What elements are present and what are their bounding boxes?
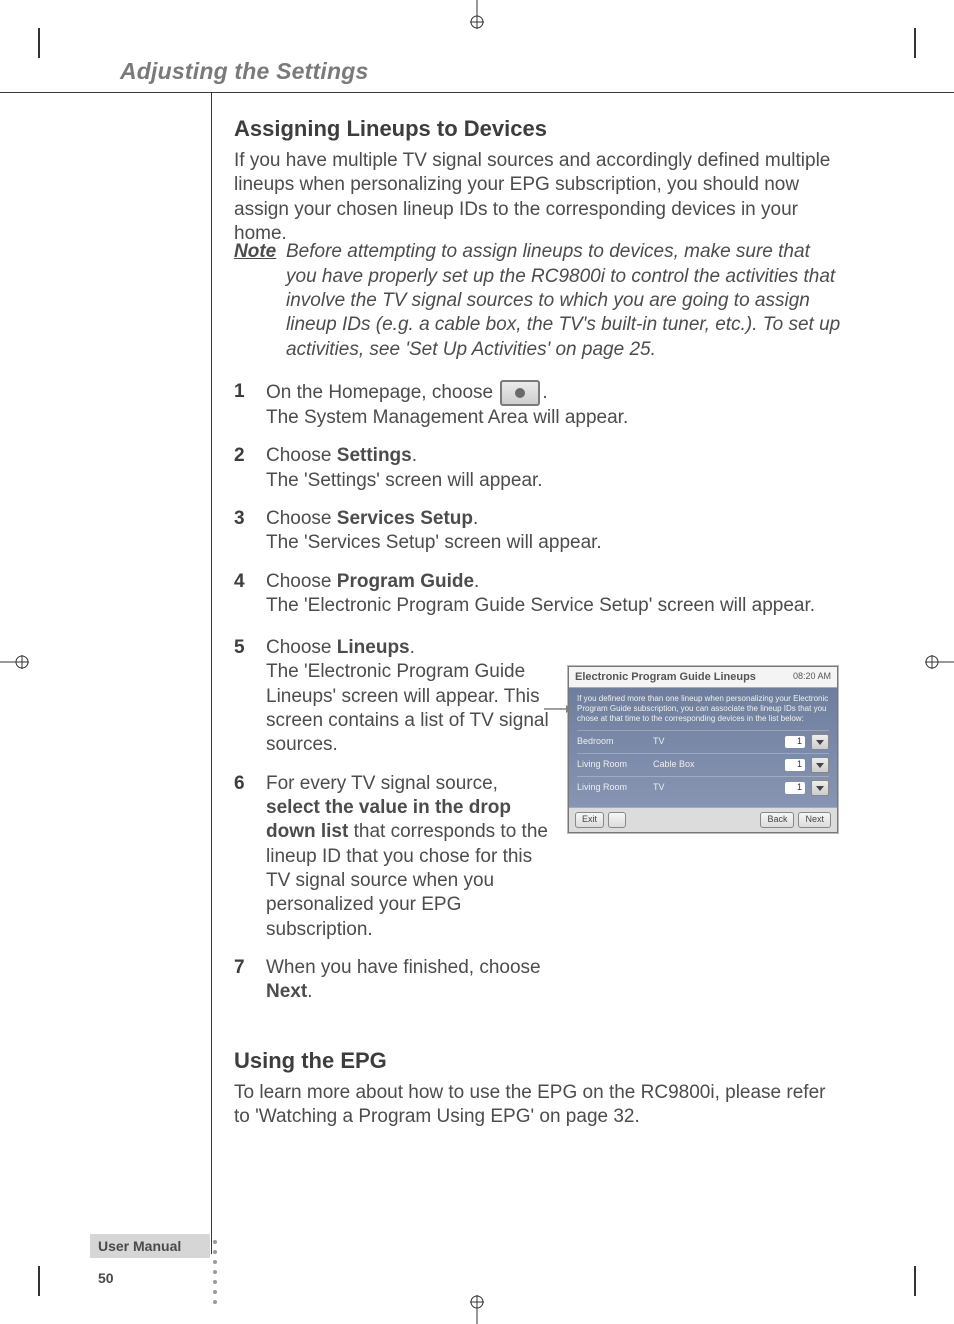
step-6: 6 For every TV signal source, select the… (234, 772, 550, 942)
step-text: Choose (266, 637, 337, 658)
vertical-rule (211, 93, 212, 1254)
table-row: Living Room TV 1 (577, 776, 829, 799)
exit-button[interactable]: Exit (575, 812, 604, 828)
arrow-icon (544, 704, 572, 714)
step-secondary: The 'Electronic Program Guide Service Se… (266, 594, 844, 618)
device-cell: Bedroom (577, 736, 647, 748)
crop-mark-left (0, 647, 30, 677)
note-body: Before attempting to assign lineups to d… (286, 240, 844, 362)
step-text: On the Homepage, choose (266, 382, 498, 403)
epg-lineups-screenshot: Electronic Program Guide Lineups 08:20 A… (568, 666, 838, 833)
crop-mark-right (924, 647, 954, 677)
dropdown-icon[interactable] (811, 757, 829, 773)
dropdown-icon[interactable] (811, 734, 829, 750)
step-bold: Settings (337, 445, 412, 466)
device-cell: Living Room (577, 759, 647, 771)
section-title-using-epg: Using the EPG (234, 1047, 844, 1075)
step-text: For every TV signal source, (266, 773, 498, 794)
screenshot-time: 08:20 AM (793, 671, 831, 683)
step-3: 3 Choose Services Setup. The 'Services S… (234, 507, 844, 556)
crop-mark-top (462, 0, 492, 30)
step-secondary: The 'Electronic Program Guide Lineups' s… (266, 660, 550, 757)
step-text-tail: . (473, 508, 478, 529)
intro-paragraph: If you have multiple TV signal sources a… (234, 149, 844, 246)
step-1: 1 On the Homepage, choose . The System M… (234, 380, 844, 430)
step-number: 6 (234, 772, 252, 942)
lineup-value[interactable]: 1 (785, 782, 805, 794)
step-text-tail: . (412, 445, 417, 466)
step-text-tail: . (542, 382, 547, 403)
step-number: 1 (234, 380, 252, 430)
footer-label: User Manual (90, 1234, 210, 1258)
step-text: Choose (266, 445, 337, 466)
dropdown-icon[interactable] (811, 780, 829, 796)
decorative-dots (213, 1240, 217, 1304)
step-text: Choose (266, 508, 337, 529)
keyboard-icon[interactable] (608, 812, 626, 828)
horizontal-rule (0, 92, 954, 93)
crop-mark-bottom (462, 1294, 492, 1324)
page-number: 50 (98, 1270, 114, 1286)
step-number: 3 (234, 507, 252, 556)
source-cell: TV (653, 736, 779, 748)
source-cell: Cable Box (653, 759, 779, 771)
lineup-value[interactable]: 1 (785, 759, 805, 771)
device-cell: Living Room (577, 782, 647, 794)
step-bold: Next (266, 981, 307, 1002)
step-number: 4 (234, 570, 252, 619)
step-bold: Services Setup (337, 508, 473, 529)
step-secondary: The System Management Area will appear. (266, 406, 844, 430)
step-text: When you have finished, choose (266, 957, 541, 978)
step-text: Choose (266, 571, 337, 592)
using-epg-body: To learn more about how to use the EPG o… (234, 1081, 844, 1130)
step-number: 2 (234, 444, 252, 493)
system-management-icon (500, 380, 540, 406)
next-button[interactable]: Next (798, 812, 831, 828)
step-bold: Program Guide (337, 571, 474, 592)
step-text-tail: . (474, 571, 479, 592)
step-secondary: The 'Services Setup' screen will appear. (266, 531, 844, 555)
back-button[interactable]: Back (760, 812, 794, 828)
note-block: Note Before attempting to assign lineups… (234, 240, 844, 362)
step-bold: Lineups (337, 637, 410, 658)
source-cell: TV (653, 782, 779, 794)
step-text-tail: . (307, 981, 312, 1002)
screenshot-title: Electronic Program Guide Lineups (575, 670, 756, 684)
step-text-tail: . (410, 637, 415, 658)
screenshot-helptext: If you defined more than one lineup when… (577, 694, 829, 724)
step-7: 7 When you have finished, choose Next. (234, 956, 550, 1005)
lineup-value[interactable]: 1 (785, 736, 805, 748)
steps-list: 1 On the Homepage, choose . The System M… (234, 380, 844, 618)
step-5: 5 Choose Lineups. The 'Electronic Progra… (234, 636, 550, 758)
running-head: Adjusting the Settings (120, 58, 874, 85)
step-number: 7 (234, 956, 252, 1005)
step-4: 4 Choose Program Guide. The 'Electronic … (234, 570, 844, 619)
step-2: 2 Choose Settings. The 'Settings' screen… (234, 444, 844, 493)
step-number: 5 (234, 636, 252, 758)
section-title-assigning: Assigning Lineups to Devices (234, 115, 844, 143)
table-row: Living Room Cable Box 1 (577, 753, 829, 776)
table-row: Bedroom TV 1 (577, 730, 829, 753)
step-secondary: The 'Settings' screen will appear. (266, 469, 844, 493)
